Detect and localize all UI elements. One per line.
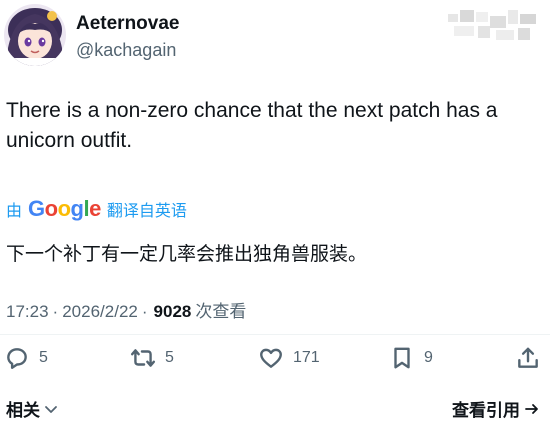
translation-label[interactable]: 翻译自英语 xyxy=(107,197,187,221)
translation-attribution: 由 Google 翻译自英语 xyxy=(6,197,187,221)
view-quotes-link[interactable]: 查看引用 xyxy=(452,396,540,421)
meta-separator-2: · xyxy=(141,302,148,321)
chevron-down-icon xyxy=(45,405,57,413)
reply-count: 5 xyxy=(39,349,48,366)
related-dropdown[interactable]: 相关 xyxy=(6,396,59,421)
like-count: 171 xyxy=(293,349,320,366)
avatar[interactable] xyxy=(4,4,66,66)
retweet-button[interactable]: 5 xyxy=(130,343,174,373)
blurred-region xyxy=(448,10,540,46)
quotes-label: 查看引用 xyxy=(452,401,520,420)
related-label: 相关 xyxy=(6,401,40,420)
tweet-time[interactable]: 17:23 xyxy=(6,300,49,324)
user-handle[interactable]: @kachagain xyxy=(76,38,180,62)
tweet-footer: 相关 查看引用 xyxy=(0,396,550,424)
tweet-text: There is a non-zero chance that the next… xyxy=(6,99,498,152)
bookmark-button[interactable]: 9 xyxy=(389,343,433,373)
tweet-meta: 17:23 · 2026/2/22 · 9028 次查看 xyxy=(6,300,246,324)
tweet-date[interactable]: 2026/2/22 xyxy=(62,300,138,324)
heart-icon xyxy=(260,348,282,368)
translation-prefix: 由 xyxy=(6,203,23,220)
retweet-icon xyxy=(130,349,156,367)
views-label: 次查看 xyxy=(195,302,247,321)
author-names: Aeternovae @kachagain xyxy=(76,12,180,62)
retweet-count: 5 xyxy=(165,349,174,366)
share-icon xyxy=(518,347,538,368)
reply-button[interactable]: 5 xyxy=(4,343,48,373)
display-name[interactable]: Aeternovae xyxy=(76,12,180,36)
divider xyxy=(0,334,550,335)
reply-icon xyxy=(7,348,27,369)
translated-text: 下一个补丁有一定几率会推出独角兽服装。 xyxy=(6,244,368,265)
bookmark-count: 9 xyxy=(424,349,433,366)
google-logo: Google xyxy=(28,196,101,221)
tweet-header: Aeternovae @kachagain xyxy=(4,4,544,70)
share-button[interactable] xyxy=(515,343,541,373)
arrow-right-icon xyxy=(525,403,538,414)
bookmark-icon xyxy=(394,347,410,369)
action-bar: 5 5 171 9 xyxy=(0,343,550,373)
like-button[interactable]: 171 xyxy=(258,343,320,373)
views-count: 9028 xyxy=(153,302,192,321)
meta-separator: · xyxy=(52,302,59,321)
